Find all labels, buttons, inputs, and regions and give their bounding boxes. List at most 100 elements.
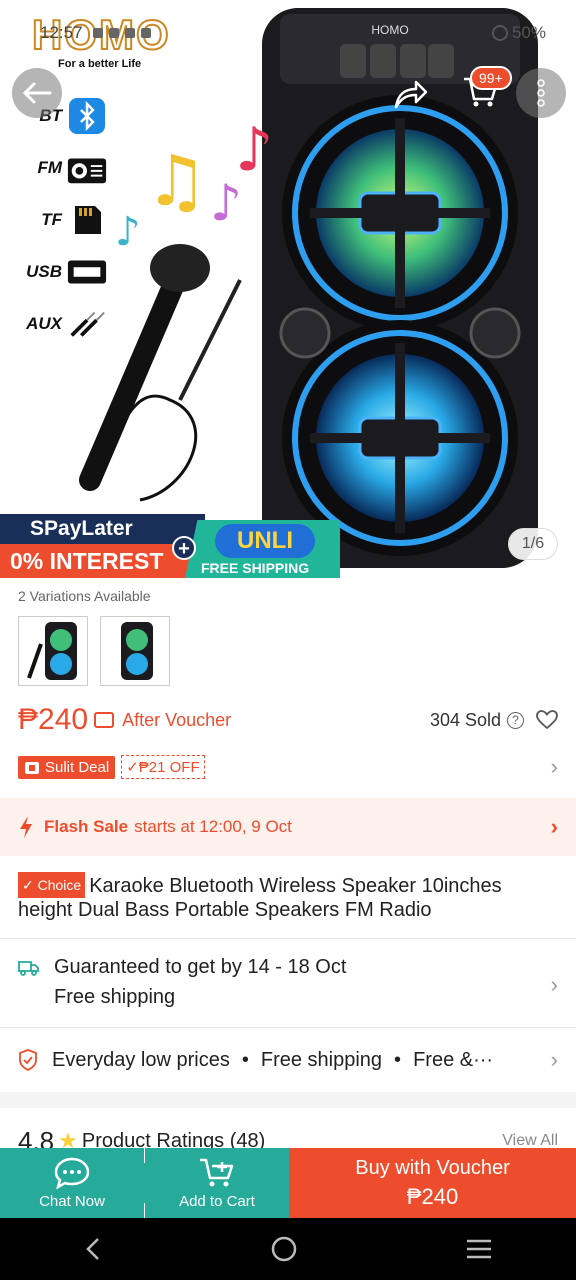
- unli-subtitle: FREE SHIPPING: [201, 560, 310, 576]
- chevron-right-icon: ›: [550, 754, 558, 779]
- shipping-fee: Free shipping: [54, 986, 176, 1008]
- feature-aux: AUX: [20, 298, 120, 350]
- product-title-block: ✓ Choice Karaoke Bluetooth Wireless Speak…: [18, 872, 558, 922]
- variation-thumbnails: [18, 616, 558, 686]
- unli-shipping-badge: UNLI FREE SHIPPING: [185, 520, 340, 578]
- choice-label: Choice: [37, 877, 82, 893]
- heart-icon[interactable]: [536, 710, 558, 730]
- perk-item: Free shipping: [260, 1048, 383, 1071]
- divider: [0, 1027, 576, 1028]
- nav-home-icon[interactable]: [270, 1235, 298, 1263]
- lightning-icon: [20, 816, 32, 838]
- perk-item: Free &···: [413, 1048, 494, 1071]
- separator-dot: •: [241, 1048, 249, 1071]
- help-icon[interactable]: ?: [507, 711, 524, 729]
- feature-label: TF: [41, 210, 62, 229]
- buy-with-voucher-button[interactable]: Buy with Voucher ₱240: [289, 1148, 576, 1218]
- feature-label: FM: [37, 158, 62, 177]
- usb-icon: [66, 254, 108, 290]
- system-navigation-bar: [0, 1218, 576, 1280]
- cart-count-badge: 99+: [470, 66, 512, 90]
- notification-icon: [92, 28, 103, 38]
- chat-now-button[interactable]: Chat Now: [0, 1148, 144, 1218]
- chevron-right-icon: ›: [550, 1047, 558, 1072]
- variation-thumbnail[interactable]: [18, 616, 88, 686]
- battery-icon: [491, 25, 508, 41]
- price: ₱240: [18, 703, 89, 736]
- flash-sale-time: starts at 12:00, 9 Oct: [134, 817, 292, 836]
- back-button[interactable]: [12, 68, 62, 118]
- svg-text:♫: ♫: [145, 140, 208, 222]
- music-notes-decoration: ♫ ♪ ♪ ♪: [115, 115, 273, 255]
- price-row: ₱240 After Voucher 304 Sold ?: [18, 700, 558, 740]
- share-button[interactable]: [388, 72, 432, 116]
- perk-item: Everyday low prices: [52, 1048, 230, 1071]
- shipping-text: Guaranteed to get by 14 - 18 Oct Free sh…: [54, 952, 346, 1018]
- chat-now-label: Chat Now: [39, 1192, 105, 1210]
- arrow-left-icon: [22, 82, 52, 104]
- shield-check-icon: [19, 1049, 37, 1071]
- product-title: Karaoke Bluetooth Wireless Speaker 10inc…: [18, 875, 502, 921]
- add-to-cart-icon: [200, 1158, 234, 1186]
- plus-icon: +: [172, 536, 196, 560]
- nav-back-icon[interactable]: [83, 1236, 103, 1262]
- add-to-cart-label: Add to Cart: [179, 1192, 255, 1210]
- feature-usb: USB: [20, 246, 120, 298]
- nav-recents-icon[interactable]: [465, 1238, 493, 1260]
- feature-fm: FM: [20, 142, 120, 194]
- sd-card-icon: [66, 202, 108, 238]
- sold-count: 304 Sold: [429, 709, 501, 730]
- separator-dot: •: [394, 1048, 402, 1071]
- discount-label: ₱21 OFF: [138, 759, 200, 776]
- aux-cable-icon: [66, 306, 108, 342]
- chevron-right-icon: ›: [550, 972, 558, 997]
- notification-icon: [140, 28, 151, 38]
- voucher-icon: [94, 712, 115, 728]
- deal-tag-icon: [25, 762, 39, 774]
- feature-label: AUX: [26, 314, 62, 333]
- svg-text:♪: ♪: [235, 115, 273, 185]
- perks-row[interactable]: Everyday low prices • Free shipping • Fr…: [18, 1040, 558, 1080]
- image-counter: 1/6: [508, 528, 558, 560]
- delivery-estimate: Guaranteed to get by 14 - 18 Oct: [54, 956, 347, 978]
- feature-list: BT FM TF USB AUX: [20, 90, 120, 350]
- variations-title: 2 Variations Available: [18, 588, 151, 604]
- radio-icon: [66, 150, 108, 186]
- battery-status: 50%: [491, 23, 546, 43]
- choice-badge: ✓ Choice: [18, 872, 86, 898]
- product-image-carousel[interactable]: HOMO ♫ ♪ ♪ ♪ BT FM TF USB AUX For a bett…: [0, 0, 576, 578]
- discount-tag: ✓₱21 OFF: [121, 755, 205, 779]
- bluetooth-icon: [66, 98, 108, 134]
- status-bar: 12:57 50%: [40, 18, 546, 48]
- notification-icon: [124, 28, 135, 38]
- buy-label: Buy with Voucher: [355, 1156, 510, 1179]
- chevron-right-icon: ›: [550, 814, 558, 839]
- battery-level: 50%: [511, 23, 546, 42]
- more-options-button[interactable]: [516, 68, 566, 118]
- promo-banner: SPayLater 0% INTEREST UNLI FREE SHIPPING…: [0, 514, 340, 578]
- chat-icon: [54, 1157, 90, 1189]
- feature-tf: TF: [20, 194, 120, 246]
- unli-title: UNLI: [215, 524, 315, 558]
- shipping-row[interactable]: Guaranteed to get by 14 - 18 Oct Free sh…: [18, 952, 558, 1018]
- divider: [0, 938, 576, 939]
- sulit-deal-label: Sulit Deal: [45, 758, 110, 776]
- flash-sale-title: Flash Sale: [44, 817, 129, 836]
- share-icon: [394, 80, 428, 109]
- status-time: 12:57: [40, 23, 83, 42]
- deal-row[interactable]: Sulit Deal ✓₱21 OFF ›: [18, 753, 558, 781]
- notification-icon: [108, 28, 119, 38]
- variation-thumbnail[interactable]: [100, 616, 170, 686]
- sulit-deal-tag: Sulit Deal: [18, 755, 116, 779]
- flash-sale-banner[interactable]: Flash Sale starts at 12:00, 9 Oct ›: [0, 798, 576, 856]
- feature-label: USB: [26, 262, 62, 281]
- truck-icon: [18, 961, 39, 976]
- notification-icons: [92, 28, 151, 38]
- more-vertical-icon: [537, 79, 545, 107]
- section-gap: [0, 1092, 576, 1108]
- add-to-cart-button[interactable]: Add to Cart: [145, 1148, 289, 1218]
- after-voucher-label: After Voucher: [122, 709, 232, 730]
- bottom-action-bar: Chat Now Add to Cart Buy with Voucher ₱2…: [0, 1148, 576, 1218]
- brand-tagline: For a better Life: [58, 58, 142, 70]
- buy-price: ₱240: [406, 1183, 459, 1209]
